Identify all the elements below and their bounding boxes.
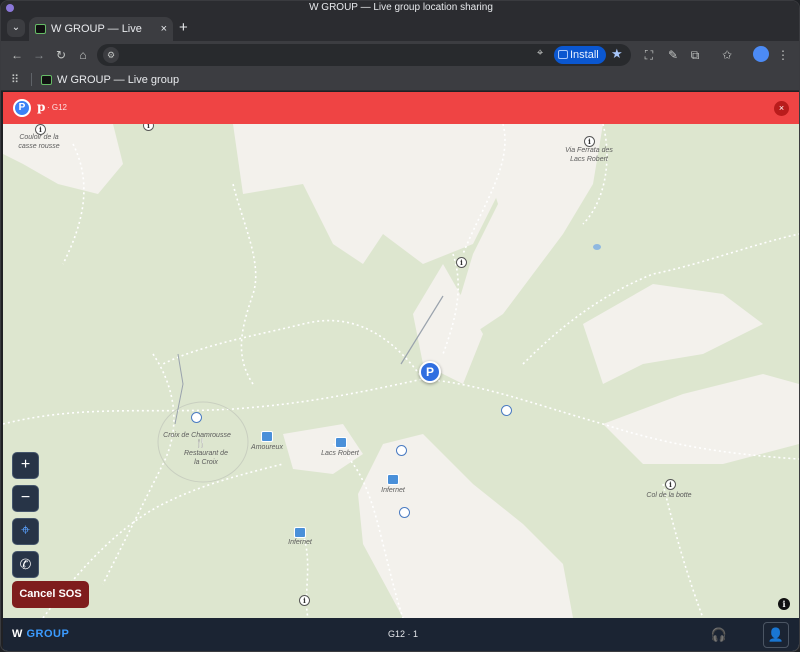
info-point-icon[interactable]: i	[665, 479, 676, 490]
call-button[interactable]: ✆	[12, 551, 39, 578]
site-settings-icon[interactable]: ⚙	[103, 47, 119, 63]
reload-icon[interactable]: ↻	[53, 47, 69, 63]
cancel-sos-button[interactable]: Cancel SOS	[12, 581, 89, 608]
bookmark-live-group[interactable]: W GROUP — Live group	[41, 72, 179, 88]
title-bar: W GROUP — Live group location sharing	[1, 1, 799, 15]
map-terrain	[3, 124, 799, 618]
tab-live-group[interactable]: W GROUP — Live group ×	[29, 17, 173, 59]
tab-favicon-icon	[35, 24, 46, 34]
zoom-in-button[interactable]: +	[12, 452, 39, 479]
tab-search-button[interactable]: ⌄	[7, 19, 25, 37]
alert-member-name: p	[37, 100, 46, 114]
viewpoint-icon[interactable]	[191, 412, 202, 423]
pen-icon[interactable]: ✎	[665, 47, 681, 63]
browser-toolbar: ← → ↻ ⌂ ⚙ ⌖ Install ★ ⛶ ✎ ⧉ ✩ ⋮	[1, 41, 799, 69]
web-page: P p · G12 × i i i i i i 🍴 Couloir de la …	[3, 92, 799, 651]
locate-me-button[interactable]: ⌖	[12, 518, 39, 545]
screenshot-icon[interactable]: ⛶	[641, 47, 657, 63]
home-icon[interactable]: ⌂	[75, 47, 91, 63]
brand-logo: W GROUP	[12, 628, 69, 640]
shelter-icon[interactable]	[294, 527, 306, 538]
address-bar[interactable]: ⚙ ⌖ Install ★	[97, 44, 631, 66]
tab-close-icon[interactable]: ×	[161, 17, 167, 41]
bookmark-star-icon[interactable]: ★	[611, 46, 623, 62]
apps-grid-icon[interactable]: ⠿	[11, 73, 19, 86]
viewpoint-icon[interactable]	[399, 507, 410, 518]
bookmarks-divider	[31, 73, 32, 86]
support-headset-icon[interactable]: 🎧	[710, 626, 728, 644]
map-label: Amoureux	[251, 444, 283, 451]
extensions-icon[interactable]: ⧉	[687, 47, 703, 63]
map-label: Col de la botte	[646, 492, 692, 499]
zoom-out-button[interactable]: −	[12, 485, 39, 512]
window-control-dot[interactable]	[6, 4, 14, 12]
window-title: W GROUP — Live group location sharing	[309, 2, 493, 13]
bookmarks-bar: ⠿ W GROUP — Live group	[1, 69, 799, 91]
profile-avatar[interactable]	[753, 46, 769, 62]
member-location-marker[interactable]: P	[419, 361, 441, 383]
new-tab-button[interactable]: +	[179, 18, 188, 38]
app-bottom-bar: W GROUP G12 · 1 🎧 👤	[3, 618, 799, 651]
alert-member-badge: P	[13, 99, 31, 117]
brand-w: W	[12, 628, 23, 640]
shelter-icon[interactable]	[387, 474, 399, 485]
alert-group-id: · G12	[47, 103, 68, 112]
viewpoint-icon[interactable]	[396, 445, 407, 456]
browser-window: W GROUP — Live group location sharing ⌄ …	[0, 0, 800, 652]
location-permission-icon[interactable]: ⌖	[537, 47, 543, 60]
map-label: Via Ferrata des Lacs Robert	[565, 147, 613, 163]
profile-button[interactable]: 👤	[763, 622, 789, 648]
reading-list-icon[interactable]: ✩	[719, 47, 735, 63]
viewpoint-icon[interactable]	[501, 405, 512, 416]
brand-group: GROUP	[26, 628, 70, 640]
install-icon	[558, 50, 568, 59]
attribution-info-icon[interactable]: i	[778, 598, 790, 610]
back-icon[interactable]: ←	[9, 47, 25, 63]
map-label: Infernet	[288, 539, 312, 546]
info-point-icon[interactable]: i	[299, 595, 310, 606]
alert-close-button[interactable]: ×	[774, 101, 789, 116]
map-label: Croix de Chamrousse	[163, 432, 231, 439]
group-info: G12 · 1	[387, 629, 418, 639]
map-label: Infernet	[381, 487, 405, 494]
bookmark-label: W GROUP — Live group	[57, 74, 180, 86]
map-label: Lacs Robert	[321, 450, 359, 457]
install-label: Install	[570, 49, 599, 61]
install-app-button[interactable]: Install	[554, 46, 606, 64]
info-point-icon[interactable]: i	[456, 257, 467, 268]
tab-strip: ⌄ W GROUP — Live group × +	[1, 15, 799, 59]
menu-icon[interactable]: ⋮	[775, 47, 791, 63]
shelter-icon[interactable]	[335, 437, 347, 448]
map-view[interactable]: i i i i i i 🍴 Couloir de la casse rousse…	[3, 120, 799, 618]
shelter-icon[interactable]	[261, 431, 273, 442]
map-label: Couloir de la casse rousse	[18, 134, 60, 150]
sos-alert-banner: P p · G12 ×	[3, 92, 799, 124]
forward-icon[interactable]: →	[31, 47, 47, 63]
map-label: Restaurant de la Croix	[184, 450, 228, 466]
bookmark-favicon-icon	[41, 75, 52, 85]
